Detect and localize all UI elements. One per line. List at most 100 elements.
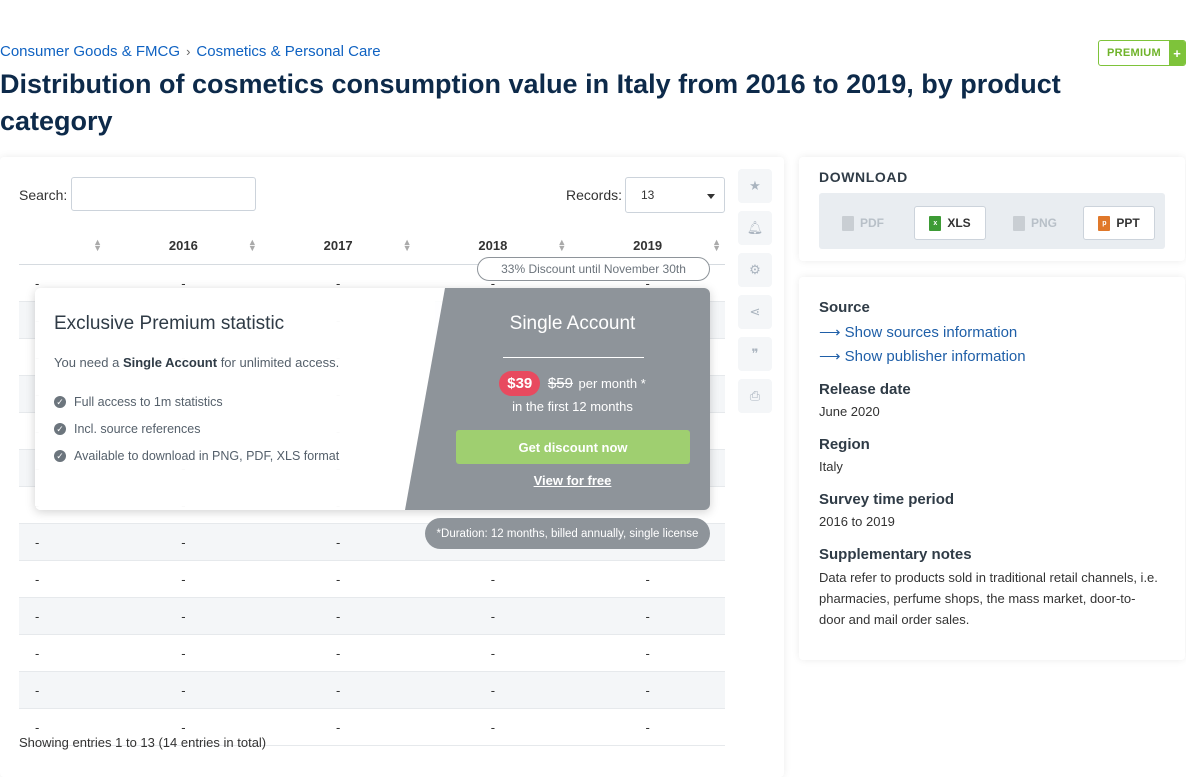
bell-icon: 🔔︎: [746, 220, 764, 235]
table-cell: -: [19, 597, 106, 635]
download-title: DOWNLOAD: [819, 169, 908, 185]
check-icon: ✓: [54, 450, 66, 462]
sort-icon: ▲ ▼: [712, 237, 721, 253]
arrow-right-icon: ⟶: [819, 348, 845, 365]
sort-icon: ▲ ▼: [247, 237, 257, 253]
release-date-label: Release date: [819, 381, 911, 398]
table-cell: -: [260, 708, 416, 746]
star-icon: ★: [749, 178, 761, 193]
page-title: Distribution of cosmetics consumption va…: [0, 69, 1061, 136]
table-cell: -: [106, 671, 261, 709]
table-cell: -: [260, 597, 416, 635]
survey-period-value: 2016 to 2019: [819, 514, 895, 529]
sort-icon: ▲ ▼: [557, 237, 567, 253]
cite-button[interactable]: ❞: [738, 337, 772, 371]
price-period: in the first 12 months: [512, 399, 633, 414]
divider: [503, 357, 644, 358]
notes-value: Data refer to products sold in tradition…: [819, 570, 1158, 627]
table-cell: -: [415, 708, 571, 746]
print-button[interactable]: ⎙: [738, 379, 772, 413]
check-icon: ✓: [54, 396, 66, 408]
original-price: $59: [547, 375, 573, 392]
breadcrumb-separator: ›: [186, 44, 191, 59]
search-label: Search:: [19, 187, 68, 203]
download-card: DOWNLOAD PDF x XLS PNG p PPT: [799, 157, 1185, 261]
account-name: Single Account: [509, 313, 636, 334]
sort-icon: ▲ ▼: [93, 237, 102, 253]
discount-badge: 33% Discount until November 30th: [477, 257, 710, 281]
duration-note: *Duration: 12 months, billed annually, s…: [425, 518, 710, 549]
share-button[interactable]: ⋖: [738, 295, 772, 329]
table-cell: -: [570, 560, 725, 598]
table-cell: -: [19, 523, 106, 561]
view-for-free-link[interactable]: View for free: [465, 473, 680, 488]
table-cell: -: [260, 634, 416, 672]
records-label: Records:: [566, 187, 623, 203]
table-cell: -: [415, 560, 571, 598]
download-buttons: PDF x XLS PNG p PPT: [819, 193, 1165, 249]
table-row: -----: [19, 597, 725, 635]
table-cell: -: [19, 560, 106, 598]
paywall-overlay: Exclusive Premium statistic You need a S…: [35, 288, 710, 510]
table-cell: -: [260, 560, 416, 598]
download-ppt-button[interactable]: p PPT: [1083, 206, 1155, 240]
arrow-right-icon: ⟶: [819, 324, 845, 341]
ppt-file-icon: p: [1098, 215, 1111, 231]
gear-icon: ⚙: [749, 262, 761, 277]
column-header[interactable]: 2016 ▲ ▼: [106, 227, 261, 265]
table-cell: -: [570, 634, 725, 672]
price-row: $39 $59 per month *: [465, 371, 680, 396]
region-label: Region: [819, 436, 870, 453]
table-cell: -: [106, 634, 261, 672]
region-value: Italy: [819, 459, 843, 474]
table-row: -----: [19, 634, 725, 672]
download-png-button[interactable]: PNG: [999, 206, 1071, 240]
plus-icon: +: [1169, 41, 1185, 65]
breadcrumb: Consumer Goods & FMCG › Cosmetics & Pers…: [0, 43, 381, 60]
check-icon: ✓: [54, 423, 66, 435]
notes-label: Supplementary notes: [819, 546, 972, 563]
table-cell: -: [19, 634, 106, 672]
table-row: -----: [19, 671, 725, 709]
table-cell: -: [570, 708, 725, 746]
breadcrumb-subcategory-link[interactable]: Cosmetics & Personal Care: [196, 43, 380, 60]
share-icon: ⋖: [749, 304, 761, 319]
entries-info: Showing entries 1 to 13 (14 entries in t…: [19, 735, 267, 750]
chevron-down-icon: [707, 194, 715, 199]
paywall-subtitle: You need a Single Account for unlimited …: [54, 355, 340, 370]
favorite-button[interactable]: ★: [738, 169, 772, 203]
sort-icon: ▲ ▼: [402, 237, 412, 253]
feature-item: ✓ Full access to 1m statistics: [54, 395, 223, 409]
feature-item: ✓ Available to download in PNG, PDF, XLS …: [54, 449, 339, 463]
table-cell: -: [570, 671, 725, 709]
xls-file-icon: x: [929, 215, 942, 231]
feature-item: ✓ Incl. source references: [54, 422, 200, 436]
source-label: Source: [819, 299, 870, 316]
show-sources-link[interactable]: ⟶ Show sources information: [819, 323, 1017, 341]
breadcrumb-category-link[interactable]: Consumer Goods & FMCG: [0, 43, 180, 60]
table-cell: -: [106, 523, 261, 561]
get-discount-button[interactable]: Get discount now: [456, 430, 690, 464]
price-unit: per month *: [578, 376, 646, 391]
notification-button[interactable]: 🔔︎: [738, 211, 772, 245]
release-date-value: June 2020: [819, 404, 880, 419]
search-input[interactable]: [71, 177, 256, 211]
table-cell: -: [415, 597, 571, 635]
download-pdf-button[interactable]: PDF: [827, 206, 899, 240]
download-xls-button[interactable]: x XLS: [914, 206, 986, 240]
column-header[interactable]: ▲ ▼: [19, 227, 106, 265]
survey-period-label: Survey time period: [819, 491, 955, 508]
paywall-title: Exclusive Premium statistic: [54, 313, 285, 334]
table-cell: -: [106, 597, 261, 635]
column-header[interactable]: 2017 ▲ ▼: [260, 227, 416, 265]
show-publisher-link[interactable]: ⟶ Show publisher information: [819, 347, 1026, 365]
print-icon: ⎙: [749, 388, 761, 403]
table-cell: -: [106, 560, 261, 598]
pdf-file-icon: [842, 215, 854, 231]
table-row: -----: [19, 560, 725, 598]
settings-button[interactable]: ⚙: [738, 253, 772, 287]
premium-badge[interactable]: PREMIUM +: [1098, 40, 1186, 66]
records-select[interactable]: 13: [625, 177, 725, 213]
table-cell: -: [260, 671, 416, 709]
table-cell: -: [260, 523, 416, 561]
